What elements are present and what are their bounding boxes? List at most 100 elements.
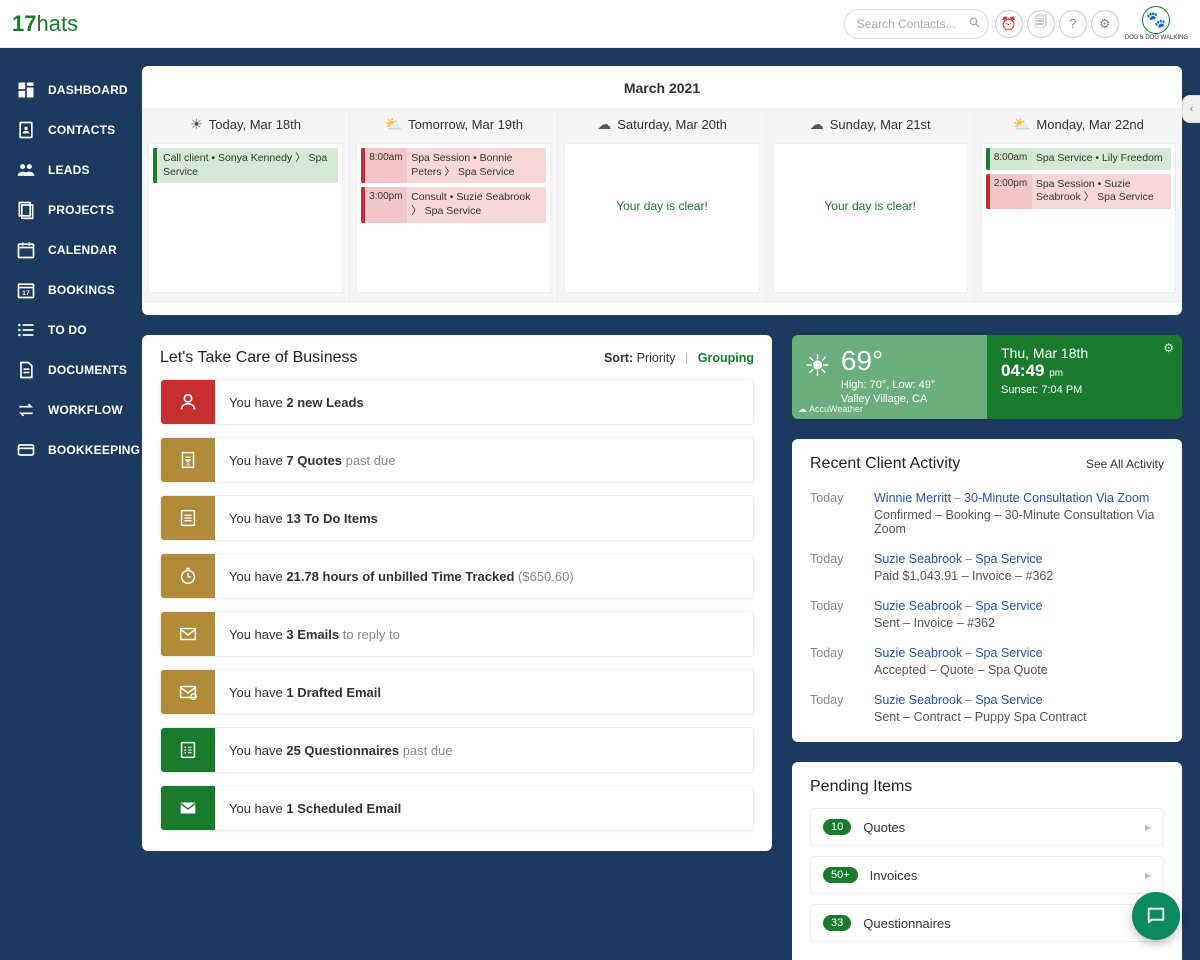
sidebar-item-label: BOOKKEEPING — [48, 443, 140, 457]
business-tile[interactable]: You have 3 Emails to reply to — [160, 611, 754, 657]
search-icon[interactable] — [968, 16, 981, 32]
activity-detail-link[interactable]: Spa Service — [975, 552, 1042, 566]
settings-icon[interactable]: ⚙ — [1091, 10, 1119, 38]
weather-settings-icon[interactable]: ⚙ — [1163, 341, 1174, 355]
business-tile[interactable]: You have 1 Scheduled Email — [160, 785, 754, 831]
business-title: Let's Take Care of Business — [160, 349, 604, 367]
sidebar-item-label: LEADS — [48, 163, 90, 177]
calendar-event[interactable]: 2:00pmSpa Session • Suzie Seabrook 〉 Spa… — [986, 174, 1171, 209]
sidebar-item-label: BOOKINGS — [48, 283, 115, 297]
activity-detail-link[interactable]: Spa Service — [975, 599, 1042, 613]
weather-time: 04:49 pm — [1001, 361, 1168, 381]
workflow-icon — [16, 400, 36, 420]
activity-row[interactable]: TodaySuzie Seabrook–Spa ServiceAccepted … — [810, 638, 1164, 685]
tile-text: You have 1 Scheduled Email — [215, 786, 753, 830]
activity-row[interactable]: TodaySuzie Seabrook–Spa ServiceSent – Co… — [810, 685, 1164, 732]
reminder-icon[interactable]: ⏰ — [995, 10, 1023, 38]
activity-client-link[interactable]: Winnie Merritt — [874, 491, 951, 505]
calendar-event[interactable]: 3:00pmConsult • Suzie Seabrook 〉 Spa Ser… — [361, 187, 546, 222]
see-all-activity-link[interactable]: See All Activity — [1086, 457, 1164, 471]
sort-toggle[interactable]: Sort: Priority | Grouping — [604, 351, 754, 365]
tile-text: You have 7 Quotes past due — [215, 438, 753, 482]
help-icon[interactable]: ? — [1059, 10, 1087, 38]
weather-widget: ☀ 69° High: 70°, Low: 49° Valley Village… — [792, 335, 1182, 419]
pending-item[interactable]: 50+Invoices▸ — [810, 856, 1164, 894]
activity-detail-link[interactable]: Spa Service — [975, 646, 1042, 660]
weather-source: ☁ AccuWeather — [798, 404, 863, 415]
business-tile[interactable]: You have 21.78 hours of unbilled Time Tr… — [160, 553, 754, 599]
calendar-event[interactable]: Call client • Sonya Kennedy 〉 Spa Servic… — [153, 148, 338, 183]
business-tile[interactable]: You have 25 Questionnaires past due — [160, 727, 754, 773]
day-clear-text: Your day is clear! — [565, 199, 758, 213]
brand-logo[interactable]: 17hats — [12, 11, 78, 37]
tile-text: You have 1 Drafted Email — [215, 670, 753, 714]
activity-row[interactable]: TodayWinnie Merritt–30-Minute Consultati… — [810, 483, 1164, 544]
quote-icon: $ — [161, 438, 215, 482]
activity-detail-link[interactable]: 30-Minute Consultation Via Zoom — [964, 491, 1149, 505]
mail-icon — [161, 612, 215, 656]
todo-icon — [161, 496, 215, 540]
bookkeeping-icon — [16, 440, 36, 460]
activity-title: Recent Client Activity — [810, 455, 1086, 473]
activity-client-link[interactable]: Suzie Seabrook — [874, 693, 962, 707]
business-section: Let's Take Care of Business Sort: Priori… — [142, 335, 772, 851]
business-tile[interactable]: You have 1 Drafted Email — [160, 669, 754, 715]
pending-item[interactable]: 33Questionnaires▸ — [810, 904, 1164, 942]
calendar-event[interactable]: 8:00amSpa Session • Bonnie Peters 〉 Spa … — [361, 148, 546, 183]
pending-title: Pending Items — [810, 778, 1164, 796]
sidebar-item-documents[interactable]: DOCUMENTS — [0, 350, 142, 390]
weather-mini-icon: ⛅ — [385, 116, 402, 133]
weather-mini-icon: ☁ — [597, 116, 611, 133]
weather-temp: 69° — [841, 345, 935, 377]
documents-icon[interactable]: 🗐 — [1027, 10, 1055, 38]
draft-icon — [161, 670, 215, 714]
activity-client-link[interactable]: Suzie Seabrook — [874, 599, 962, 613]
calendar-month: March 2021 — [142, 80, 1182, 108]
leads-icon — [16, 160, 36, 180]
weather-mini-icon: ☀ — [190, 116, 203, 133]
sidebar-item-label: CALENDAR — [48, 243, 117, 257]
tile-text: You have 25 Questionnaires past due — [215, 728, 753, 772]
sidebar-item-contacts[interactable]: CONTACTS — [0, 110, 142, 150]
sidebar-item-dashboard[interactable]: DASHBOARD — [0, 70, 142, 110]
pending-item[interactable]: 10 Quotes▸ — [810, 808, 1164, 846]
calendar-day: ⛅Monday, Mar 22nd 8:00amSpa Service • Lil… — [974, 108, 1182, 303]
business-tile[interactable]: $You have 7 Quotes past due — [160, 437, 754, 483]
business-tile[interactable]: You have 13 To Do Items — [160, 495, 754, 541]
sidebar-item-workflow[interactable]: WORKFLOW — [0, 390, 142, 430]
collapse-handle[interactable]: ‹ — [1182, 95, 1200, 123]
weather-highlow: High: 70°, Low: 49° — [841, 379, 935, 391]
business-tile[interactable]: You have 2 new Leads — [160, 379, 754, 425]
time-icon — [161, 554, 215, 598]
calendar-day-head: ⛅Tomorrow, Mar 19th — [350, 108, 557, 143]
calendar-strip: March 2021 ☀Today, Mar 18thCall client •… — [142, 66, 1182, 315]
sidebar-item-calendar[interactable]: CALENDAR — [0, 230, 142, 270]
sidebar-item-bookkeeping[interactable]: BOOKKEEPING — [0, 430, 142, 470]
activity-client-link[interactable]: Suzie Seabrook — [874, 646, 962, 660]
pending-count-badge: 10 — [823, 819, 851, 835]
calendar-event[interactable]: 8:00amSpa Service • Lily Freedom — [986, 148, 1171, 170]
activity-row[interactable]: TodaySuzie Seabrook–Spa ServicePaid $1,0… — [810, 544, 1164, 591]
weather-mini-icon: ⛅ — [1013, 116, 1030, 133]
activity-detail-link[interactable]: Spa Service — [975, 693, 1042, 707]
activity-row[interactable]: TodaySuzie Seabrook–Spa ServiceSent – In… — [810, 591, 1164, 638]
sidebar-item-leads[interactable]: LEADS — [0, 150, 142, 190]
sidebar-item-label: WORKFLOW — [48, 403, 123, 417]
calendar-day-head: ⛅Monday, Mar 22nd — [975, 108, 1182, 143]
weather-sunset: Sunset: 7:04 PM — [1001, 384, 1168, 396]
sidebar-item-todo[interactable]: TO DO — [0, 310, 142, 350]
chevron-right-icon: ▸ — [1145, 820, 1151, 834]
activity-client-link[interactable]: Suzie Seabrook — [874, 552, 962, 566]
chat-launcher[interactable] — [1132, 892, 1180, 940]
pending-count-badge: 50+ — [823, 867, 858, 883]
account-avatar[interactable]: 🐾 DOG'S DOG WALKING — [1125, 6, 1188, 41]
tile-text: You have 13 To Do Items — [215, 496, 753, 540]
chevron-right-icon: ▸ — [1145, 868, 1151, 882]
lead-icon — [161, 380, 215, 424]
sidebar-item-label: DOCUMENTS — [48, 363, 127, 377]
pending-label: Quotes — [863, 820, 1145, 835]
bookings-icon: 17 — [16, 280, 36, 300]
sidebar-item-projects[interactable]: PROJECTS — [0, 190, 142, 230]
sidebar-item-bookings[interactable]: 17 BOOKINGS — [0, 270, 142, 310]
tile-text: You have 2 new Leads — [215, 380, 753, 424]
